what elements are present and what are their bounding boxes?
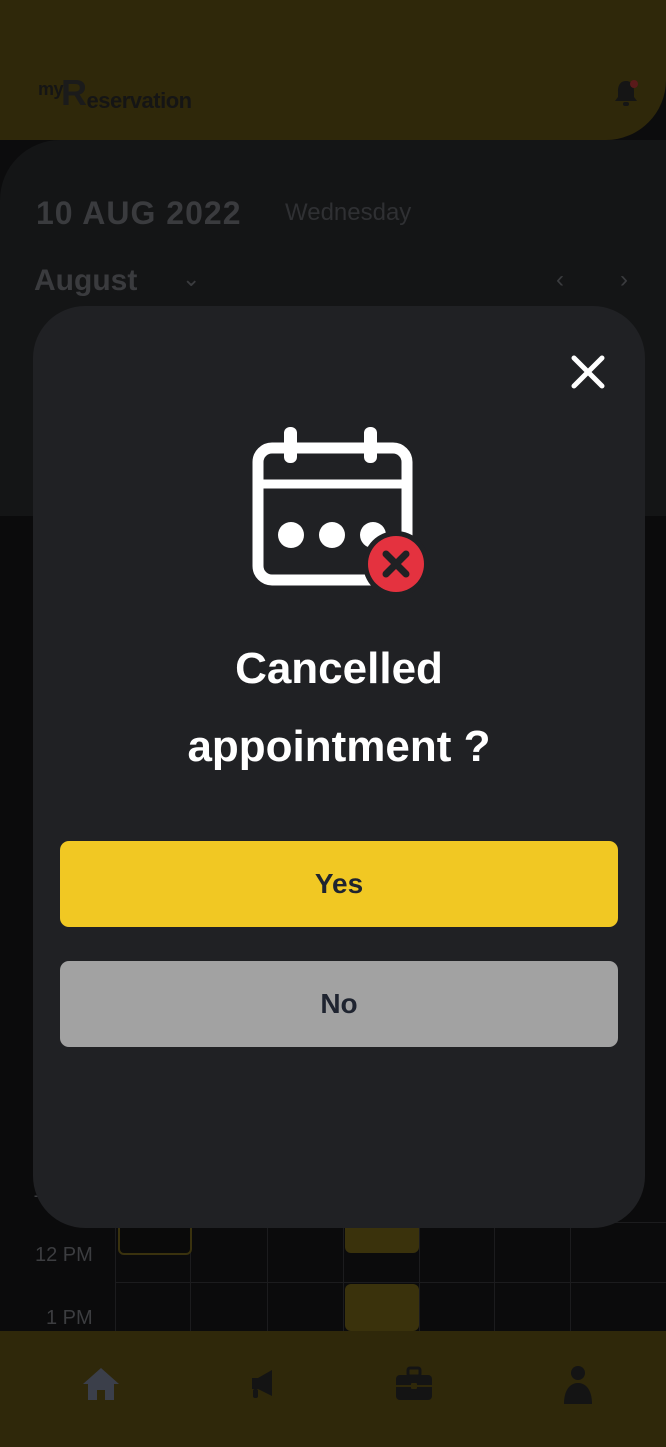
modal-title-line: appointment ? (187, 722, 491, 771)
megaphone-icon[interactable] (240, 1362, 284, 1406)
next-month-button[interactable]: › (620, 266, 628, 294)
chevron-down-icon[interactable]: ⌄ (182, 266, 200, 292)
grid-row-line (115, 1282, 666, 1283)
selected-date: 10 AUG 2022 (36, 195, 242, 231)
modal-title-line: Cancelled (235, 644, 443, 693)
close-button[interactable] (566, 350, 610, 394)
close-icon (571, 355, 605, 389)
notification-bell-icon[interactable] (612, 78, 640, 108)
logo-letter: R (61, 72, 87, 113)
prev-month-button[interactable]: ‹ (556, 266, 564, 294)
app-logo: my R eservation (38, 72, 193, 114)
home-icon[interactable] (79, 1362, 123, 1406)
briefcase-icon[interactable] (392, 1362, 436, 1406)
calendar-cancel-icon (252, 427, 429, 593)
app-header (0, 0, 666, 140)
modal-title: Cancelled appointment ? (33, 630, 645, 786)
time-label: 1 PM (46, 1307, 93, 1329)
logo-prefix: my (38, 79, 64, 99)
yes-button[interactable]: Yes (60, 841, 618, 927)
appointment-slot[interactable] (345, 1284, 419, 1331)
logo-rest: eservation (86, 88, 193, 113)
selected-weekday: Wednesday (285, 199, 412, 226)
user-icon[interactable] (556, 1362, 600, 1406)
time-label: 12 PM (35, 1244, 93, 1266)
month-selector[interactable]: August (34, 264, 137, 298)
no-button[interactable]: No (60, 961, 618, 1047)
